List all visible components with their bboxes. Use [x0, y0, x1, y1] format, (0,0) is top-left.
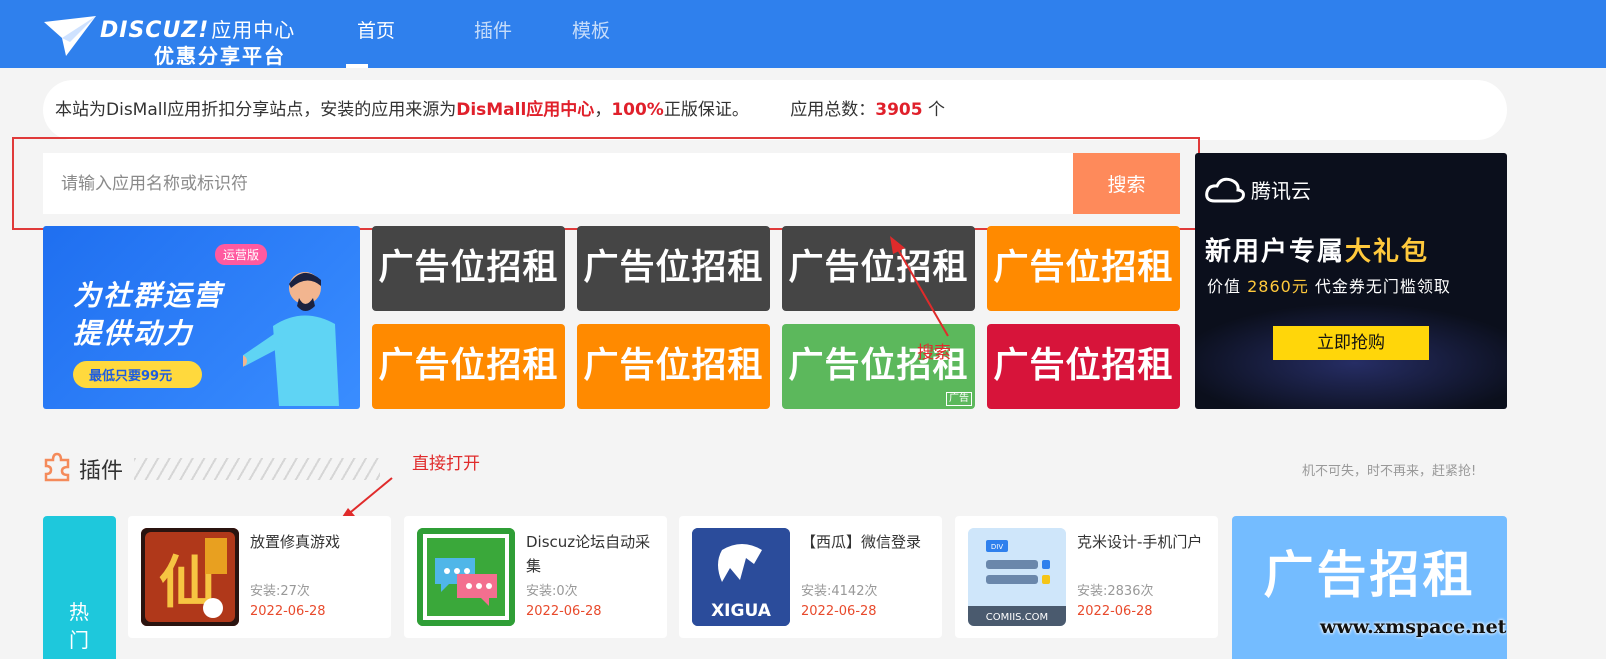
site-logo[interactable]: DISCUZ! 应用中心 优惠分享平台: [44, 8, 314, 68]
chat-bubbles-icon: [417, 528, 515, 626]
ad-slot-1[interactable]: 广告位招租: [372, 226, 565, 311]
ad-slot-label: 广告位招租: [583, 346, 764, 386]
comiis-logo-icon: DIV COMIIS.COM: [968, 528, 1066, 626]
logo-tagline: 优惠分享平台: [154, 44, 286, 68]
plugin-name: 放置修真游戏: [250, 533, 341, 551]
ad-slot-label: 广告位招租: [378, 346, 559, 386]
hot-tab[interactable]: 热门: [43, 516, 116, 659]
ad-slot-2[interactable]: 广告位招租: [577, 226, 770, 311]
plugin-name: 【西瓜】微信登录: [801, 533, 922, 551]
plugin-card[interactable]: XIGUA 【西瓜】微信登录 安装:4142次 2022-06-28: [679, 516, 942, 638]
promo-banner[interactable]: 运营版 为社群运营 提供动力 最低只要99元: [43, 226, 360, 409]
ad-slot-label: 广告位招租: [378, 248, 559, 288]
total-unit: 个: [922, 100, 945, 120]
plugin-card[interactable]: Discuz论坛自动采集 安装:0次 2022-06-28: [404, 516, 667, 638]
total-value: 3905: [875, 100, 923, 120]
ad-slot-6[interactable]: 广告位招租: [577, 324, 770, 409]
plugin-card[interactable]: 仙 放置修真游戏 安装:27次 2022-06-28: [128, 516, 391, 638]
section-divider: [134, 458, 380, 480]
plugin-date: 2022-06-28: [1077, 604, 1153, 619]
hot-label: 热门: [69, 600, 89, 652]
svg-text:COMIIS.COM: COMIIS.COM: [986, 612, 1048, 623]
ad-slot-7[interactable]: 广告位招租 广告: [782, 324, 975, 409]
xiuzhen-game-icon: 仙: [141, 528, 239, 626]
main-nav: 首页 插件 模板: [346, 0, 640, 68]
tencent-logo-text: 腾讯云: [1251, 179, 1311, 203]
cloud-icon: [1205, 177, 1245, 202]
presenter-illustration-icon: [243, 272, 339, 406]
buy-now-button[interactable]: 立即抢购: [1273, 326, 1429, 360]
svg-text:XIGUA: XIGUA: [711, 601, 772, 621]
plugin-installs: 安装:2836次: [1077, 584, 1154, 599]
tencent-cloud-ad[interactable]: 腾讯云 新用户专属大礼包 价值 2860元 代金券无门槛领取 立即抢购: [1195, 153, 1507, 409]
app-total: 应用总数：3905 个: [790, 100, 945, 120]
plugin-name: Discuz论坛自动采集: [526, 533, 651, 575]
plugin-name: 克米设计-手机门户: [1077, 533, 1203, 551]
plugin-card[interactable]: DIV COMIIS.COM 克米设计-手机门户 安装:2836次 2022-0…: [955, 516, 1218, 638]
notice-source: DisMall应用中心: [456, 100, 595, 120]
ad-slot-label: 广告位招租: [993, 248, 1174, 288]
ad-headline: 新用户专属大礼包: [1205, 237, 1430, 267]
watermark: www.xmspace.net: [1320, 616, 1507, 638]
plugin-date: 2022-06-28: [801, 604, 877, 619]
plugin-installs: 安装:0次: [526, 584, 578, 599]
tencent-logo: 腾讯云: [1205, 175, 1311, 204]
site-notice: 本站为DisMall应用折扣分享站点，安装的应用来源为DisMall应用中心，1…: [43, 80, 1507, 140]
plugin-installs: 安装:27次: [250, 584, 310, 599]
nav-templates[interactable]: 模板: [542, 0, 640, 68]
svg-text:DIV: DIV: [991, 543, 1003, 551]
notice-percent: 100%: [611, 100, 664, 120]
section-note: 机不可失，时不再来，赶紧抢!: [1302, 464, 1477, 479]
logo-brand: DISCUZ! 应用中心: [100, 18, 296, 43]
banner-badge: 运营版: [215, 244, 268, 265]
search-highlight-box: [12, 137, 1200, 230]
annotation-search: 搜索: [917, 343, 951, 363]
nav-plugins[interactable]: 插件: [444, 0, 542, 68]
xigua-logo-icon: XIGUA: [692, 528, 790, 626]
section-title: 插件: [79, 459, 124, 484]
ad-slot-label: 广告位招租: [788, 248, 969, 288]
ad-slot-label: 广告位招租: [993, 346, 1174, 386]
banner-price: 最低只要99元: [73, 361, 203, 388]
notice-suffix: 正版保证。: [663, 100, 749, 120]
paper-plane-logo-icon: [44, 16, 96, 56]
top-header: DISCUZ! 应用中心 优惠分享平台 首页 插件 模板: [0, 0, 1606, 68]
annotation-open-directly: 直接打开: [412, 454, 480, 474]
ad-slot-label: 广告位招租: [583, 248, 764, 288]
ad-slot-4[interactable]: 广告位招租: [987, 226, 1180, 311]
plugin-date: 2022-06-28: [250, 604, 326, 619]
total-label: 应用总数：: [790, 100, 876, 120]
banner-title-1: 为社群运营: [73, 279, 224, 312]
ad-subline: 价值 2860元 代金券无门槛领取: [1207, 277, 1451, 296]
plugin-date: 2022-06-28: [526, 604, 602, 619]
ad-mark: 广告: [946, 392, 972, 406]
ad-slot-5[interactable]: 广告位招租: [372, 324, 565, 409]
puzzle-icon: [44, 452, 70, 482]
notice-text: 本站为DisMall应用折扣分享站点，安装的应用来源为: [55, 100, 457, 120]
nav-home[interactable]: 首页: [346, 0, 406, 68]
ad-slot-8[interactable]: 广告位招租: [987, 324, 1180, 409]
notice-sep: ，: [594, 100, 612, 120]
ad-slot-3[interactable]: 广告位招租: [782, 226, 975, 311]
banner-title-2: 提供动力: [73, 317, 194, 350]
plugin-installs: 安装:4142次: [801, 584, 878, 599]
